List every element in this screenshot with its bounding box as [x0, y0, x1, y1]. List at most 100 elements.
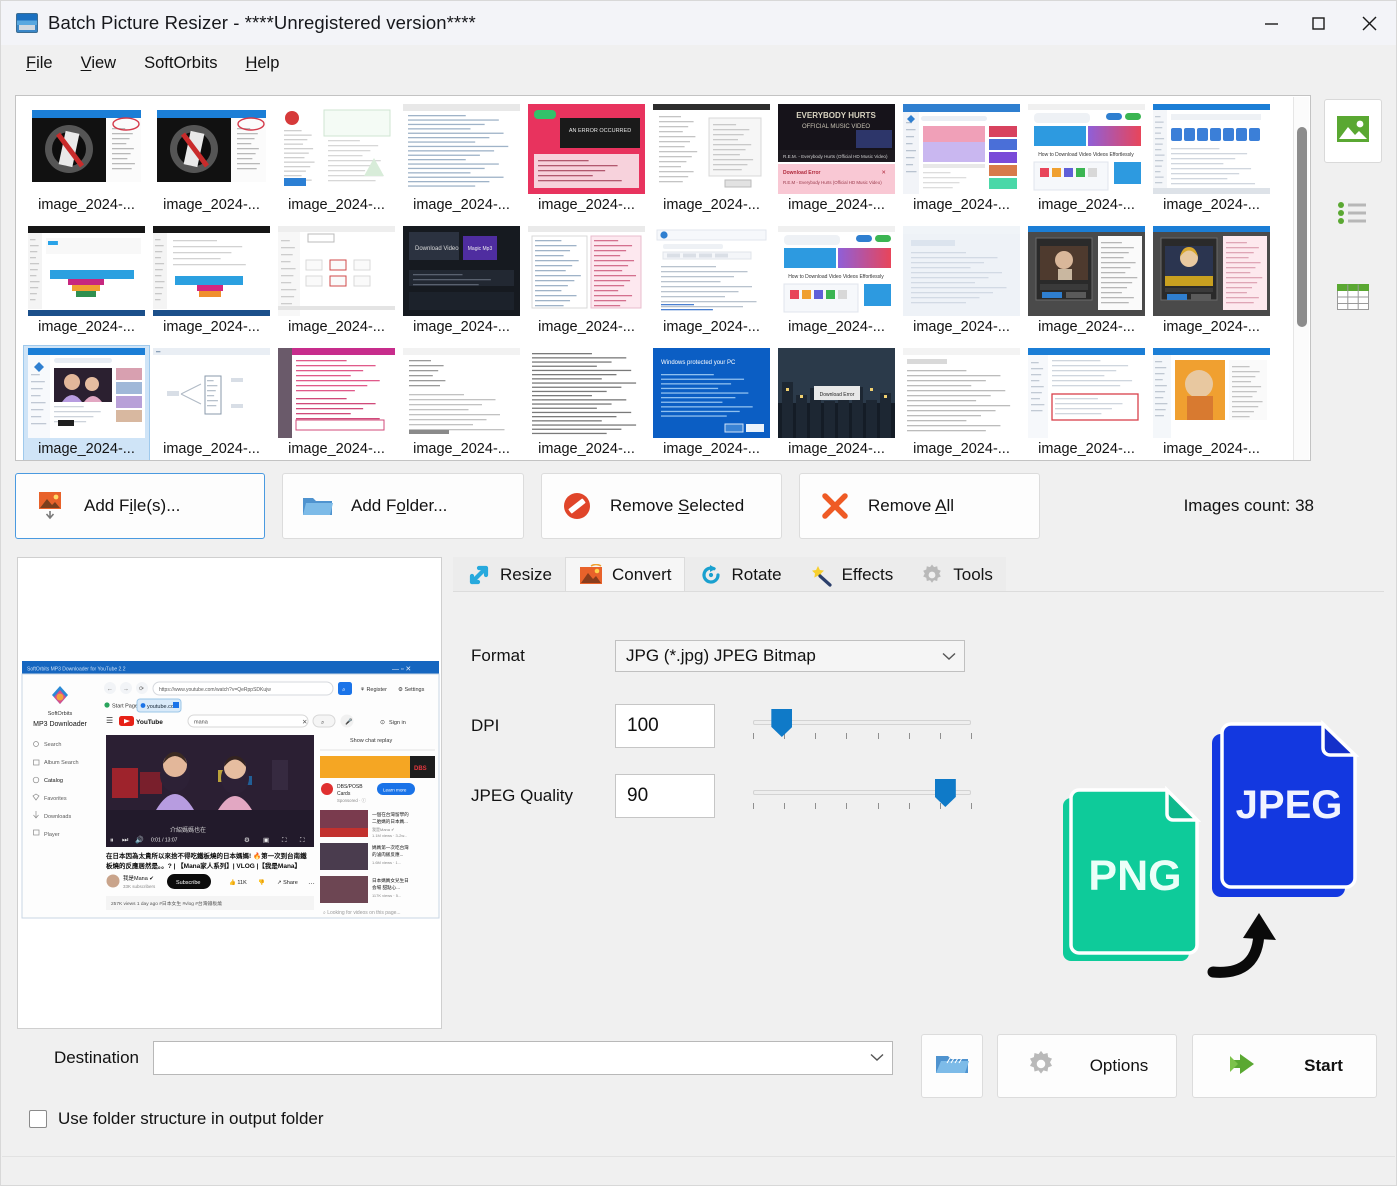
thumbnail-item[interactable]: image_2024-... [899, 102, 1024, 224]
minimize-icon[interactable] [1248, 1, 1295, 45]
thumbnail-image [28, 226, 145, 316]
remove-selected-button[interactable]: Remove Selected [541, 473, 782, 539]
thumbnail-item[interactable]: Windows protected your PC image_2024-... [649, 346, 774, 461]
settings-tab-panel: Resize Convert [453, 557, 1384, 1029]
tab-rotate[interactable]: Rotate [685, 557, 795, 591]
thumbnail-item[interactable]: image_2024-... [1024, 224, 1149, 346]
thumbnail-item[interactable]: How to Download Video Videos Effortlessl… [774, 224, 899, 346]
thumbnails-view-button[interactable] [1324, 99, 1382, 163]
statusbar [2, 1156, 1395, 1184]
convert-settings: Format JPG (*.jpg) JPEG Bitmap DPI 100 [453, 591, 1384, 1029]
thumbnail-item[interactable]: image_2024-... [399, 102, 524, 224]
thumbnail-item[interactable]: EVERYBODY HURTS OFFICIAL MUSIC VIDEO R.E… [774, 102, 899, 224]
menu-file[interactable]: FFileile [15, 50, 64, 77]
thumbnail-item[interactable]: image_2024-... [274, 346, 399, 461]
thumbnail-item[interactable]: image_2024-... [1149, 224, 1274, 346]
thumbnail-item[interactable]: image_2024-... [649, 224, 774, 346]
rotate-icon [698, 562, 724, 588]
close-icon[interactable] [1342, 1, 1396, 45]
thumbnail-item[interactable]: image_2024-... [899, 224, 1024, 346]
destination-input[interactable] [153, 1041, 893, 1075]
thumbnail-image: AN ERROR OCCURRED [528, 104, 645, 194]
details-view-button[interactable] [1324, 267, 1382, 331]
scrollbar-thumb[interactable] [1297, 127, 1307, 327]
start-button[interactable]: Start [1192, 1034, 1377, 1098]
green-arrows-icon [1226, 1052, 1262, 1081]
thumbnail-item[interactable]: image_2024-... [1149, 102, 1274, 224]
tab-resize[interactable]: Resize [453, 557, 565, 591]
tab-effects[interactable]: Effects [795, 557, 907, 591]
menu-view[interactable]: View [70, 50, 127, 77]
jpeg-quality-input[interactable]: 90 [615, 774, 715, 818]
use-folder-structure-checkbox[interactable] [29, 1110, 47, 1128]
thumbnail-item[interactable]: image_2024-... [1024, 346, 1149, 461]
svg-text:SoftOrbits: SoftOrbits [48, 711, 73, 717]
thumbnail-image [403, 348, 520, 438]
tab-convert[interactable]: Convert [565, 557, 685, 591]
thumbnail-item[interactable]: Download Video Magic Mp3 image_2024-... [399, 224, 524, 346]
svg-text:R.E.M. - Everybody Hurts (Offi: R.E.M. - Everybody Hurts (Official HD Mu… [783, 154, 888, 159]
add-files-button[interactable]: Add File(s)... [15, 473, 265, 539]
menu-help[interactable]: Help [234, 50, 290, 77]
browse-folder-button[interactable] [921, 1034, 983, 1098]
thumbnail-scrollbar[interactable] [1293, 97, 1309, 461]
svg-text:…: … [308, 879, 315, 886]
list-view-button[interactable] [1324, 183, 1382, 247]
svg-text:Download Error: Download Error [783, 170, 821, 176]
menu-softorbits[interactable]: SoftOrbits [133, 50, 228, 77]
svg-text:117K views · 5...: 117K views · 5... [372, 893, 401, 898]
preview-content: SoftOrbits MP3 Downloader for YouTube 2.… [20, 660, 441, 920]
thumbnail-item[interactable]: image_2024-... [524, 346, 649, 461]
svg-text:↗ Share: ↗ Share [277, 880, 298, 886]
dpi-slider[interactable] [753, 706, 971, 746]
tab-convert-label: Convert [612, 565, 672, 585]
format-select[interactable]: JPG (*.jpg) JPEG Bitmap [615, 640, 965, 672]
thumbnail-item[interactable]: image_2024-... [1149, 346, 1274, 461]
thumbnail-item[interactable]: image_2024-... [899, 346, 1024, 461]
thumbnail-item[interactable]: image_2024-... [149, 102, 274, 224]
dpi-label: DPI [471, 716, 615, 736]
thumbnail-panel[interactable]: image_2024-... image_2024-... image_2024… [15, 95, 1311, 461]
thumbnail-item[interactable]: image_2024-... [24, 346, 149, 461]
convert-image-icon [578, 562, 604, 588]
thumbnail-item[interactable]: image_2024-... [149, 224, 274, 346]
thumbnail-label: image_2024-... [38, 197, 135, 214]
file-actions-toolbar: Add File(s)... Add Folder... Remove Sele… [15, 471, 1384, 541]
maximize-icon[interactable] [1295, 1, 1342, 45]
add-files-label: Add File(s)... [84, 496, 180, 516]
dpi-input[interactable]: 100 [615, 704, 715, 748]
thumbnail-item[interactable]: image_2024-... [274, 224, 399, 346]
use-folder-structure-label: Use folder structure in output folder [58, 1109, 324, 1129]
thumbnail-item[interactable]: image_2024-... [399, 346, 524, 461]
use-folder-structure-row[interactable]: Use folder structure in output folder [29, 1109, 324, 1129]
thumbnail-label: image_2024-... [1038, 197, 1135, 214]
svg-text:日本媽媽女兒生日: 日本媽媽女兒生日 [372, 877, 409, 884]
thumbnail-item[interactable]: image_2024-... [649, 102, 774, 224]
remove-all-button[interactable]: Remove All [799, 473, 1040, 539]
thumbnail-image [28, 348, 145, 438]
thumbnail-image [903, 104, 1020, 194]
svg-text:Subscribe: Subscribe [176, 880, 200, 886]
thumbnail-item[interactable]: How to Download Video Videos Effortlessl… [1024, 102, 1149, 224]
thumbnail-item[interactable]: AN ERROR OCCURRED image_2024-... [524, 102, 649, 224]
thumbnail-label: image_2024-... [163, 441, 260, 458]
svg-text:⚙ Settings: ⚙ Settings [398, 686, 425, 693]
image-preview[interactable]: SoftOrbits MP3 Downloader for YouTube 2.… [17, 557, 442, 1029]
jpeg-quality-slider[interactable] [753, 776, 971, 816]
thumbnail-item[interactable]: image_2024-... [149, 346, 274, 461]
add-folder-button[interactable]: Add Folder... [282, 473, 524, 539]
thumbnail-item[interactable]: Download Errorimage_2024-... [774, 346, 899, 461]
options-button[interactable]: Options [997, 1034, 1177, 1098]
thumbnail-item[interactable]: image_2024-... [524, 224, 649, 346]
thumbnail-image [28, 104, 145, 194]
thumbnail-item[interactable]: image_2024-... [274, 102, 399, 224]
thumbnail-item[interactable]: image_2024-... [24, 102, 149, 224]
tab-tools[interactable]: Tools [906, 557, 1006, 591]
svg-text:PNG: PNG [1088, 852, 1181, 900]
svg-text:DBS: DBS [414, 766, 427, 772]
thumbnail-label: image_2024-... [413, 441, 510, 458]
remove-selected-label: Remove Selected [610, 496, 744, 516]
svg-text:⌕: ⌕ [342, 687, 346, 694]
svg-text:Player: Player [44, 832, 60, 838]
thumbnail-item[interactable]: image_2024-... [24, 224, 149, 346]
